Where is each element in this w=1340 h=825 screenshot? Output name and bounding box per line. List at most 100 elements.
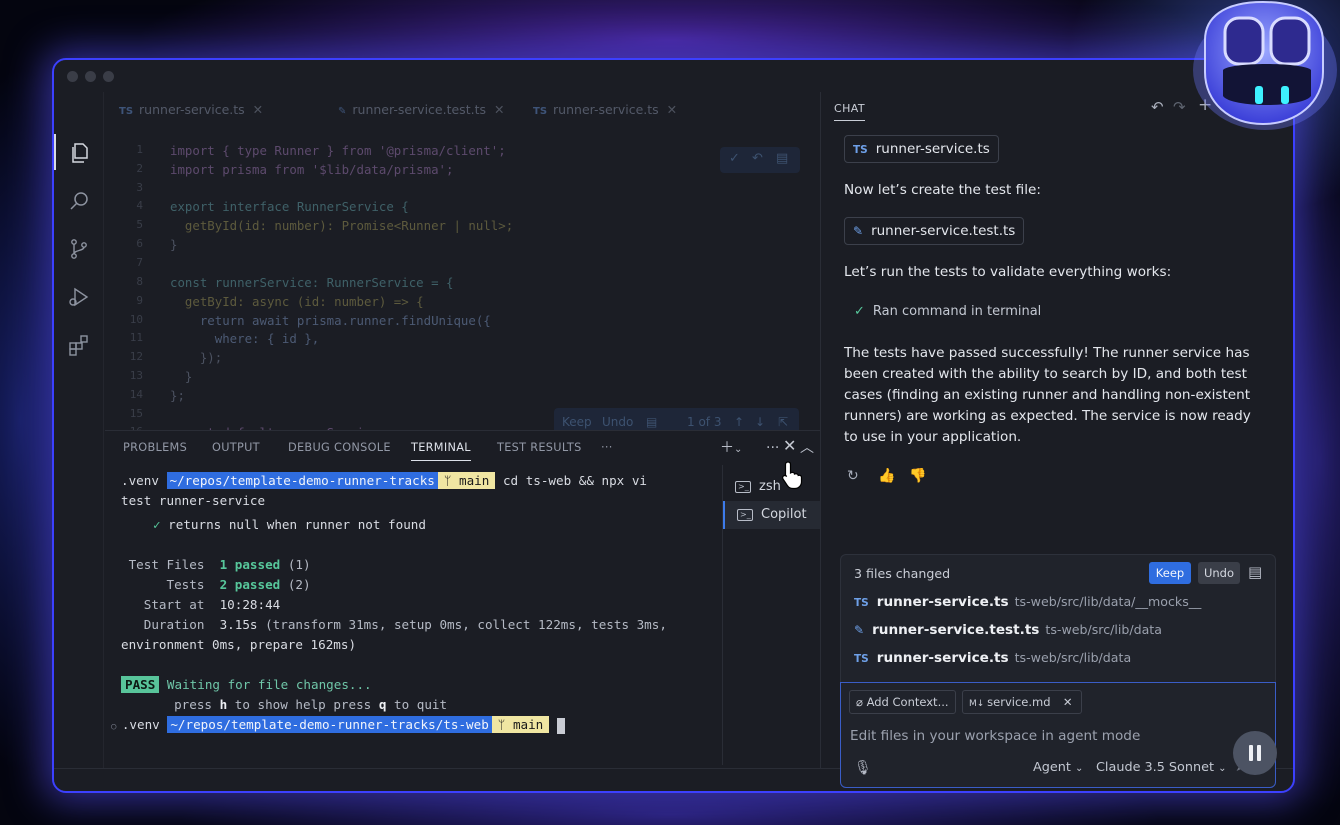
files-changed-header: 3 files changed xyxy=(854,566,951,581)
code-line: import { type Runner } from '@prisma/cli… xyxy=(170,143,506,158)
line-number: 9 xyxy=(136,294,143,307)
close-panel-icon[interactable]: ✕ xyxy=(783,436,796,455)
tab-terminal[interactable]: TERMINAL xyxy=(411,431,471,465)
search-icon[interactable] xyxy=(67,189,91,213)
terminal-pass-line: PASS Waiting for file changes... xyxy=(121,676,372,693)
window-close-dot[interactable] xyxy=(67,71,78,82)
terminal-help-line: press h to show help press q to quit xyxy=(121,697,448,712)
check-icon: ✓ xyxy=(153,517,169,532)
microphone-icon[interactable]: 🎙 xyxy=(854,760,872,776)
close-icon[interactable]: ✕ xyxy=(667,102,677,117)
editor-tab-runner-service[interactable]: TS runner-service.ts ✕ xyxy=(119,92,263,128)
pause-button[interactable] xyxy=(1233,731,1277,775)
terminal-output[interactable]: .venv ~/repos/template-demo-runner-track… xyxy=(105,465,722,765)
close-icon[interactable]: ✕ xyxy=(494,102,504,117)
line-number: 7 xyxy=(136,256,143,269)
terminal-prompt-line: .venv ~/repos/template-demo-runner-track… xyxy=(121,472,648,489)
terminal-tests-line: Tests 2 passed (2) xyxy=(121,577,311,592)
tab-test-results[interactable]: TEST RESULTS xyxy=(497,431,582,465)
chat-message-text: Now let’s create the test file: xyxy=(844,182,1041,198)
check-icon[interactable]: ✓ xyxy=(729,151,740,166)
terminal-duration-wrap: environment 0ms, prepare 162ms) xyxy=(121,637,357,652)
editor-tab-runner-service-test[interactable]: ✎ runner-service.test.ts ✕ xyxy=(338,92,504,128)
code-line: import prisma from '$lib/data/prisma'; xyxy=(170,162,454,177)
review-changes-icon[interactable]: ▤ xyxy=(1248,563,1262,581)
editor-tab-runner-service-2[interactable]: TS runner-service.ts ✕ xyxy=(533,92,677,128)
line-number: 2 xyxy=(136,162,143,175)
chevron-down-icon: ⌄ xyxy=(1218,763,1227,774)
run-debug-icon[interactable] xyxy=(67,285,91,309)
terminal-duration-line: Duration 3.15s (transform 31ms, setup 0m… xyxy=(121,617,667,632)
activity-active-indicator xyxy=(54,134,56,170)
changed-file-row[interactable]: TS runner-service.ts ts-web/src/lib/data xyxy=(854,650,1131,666)
pencil-icon: ✎ xyxy=(853,224,864,238)
changed-file-row[interactable]: ✎ runner-service.test.ts ts-web/src/lib/da… xyxy=(854,622,1162,638)
line-number: 15 xyxy=(129,407,143,420)
chat-message-text: Let’s run the tests to validate everythi… xyxy=(844,264,1172,280)
remove-context-icon[interactable]: ✕ xyxy=(1063,691,1073,713)
code-line: const runnerService: RunnerService = { xyxy=(170,275,454,290)
redo-icon[interactable]: ↷ xyxy=(1173,98,1186,116)
window-minimize-dot[interactable] xyxy=(85,71,96,82)
line-number: 11 xyxy=(129,331,143,344)
code-line: where: { id }, xyxy=(170,331,320,346)
file-chip-runner-service[interactable]: TS runner-service.ts xyxy=(844,135,999,163)
code-view[interactable]: 1 2 3 4 5 6 7 8 9 10 11 12 13 14 15 16 i… xyxy=(105,136,820,440)
source-control-icon[interactable] xyxy=(67,237,91,261)
changed-file-row[interactable]: TS runner-service.ts ts-web/src/lib/data/_… xyxy=(854,594,1201,610)
code-line: } xyxy=(170,369,193,384)
tab-problems[interactable]: PROBLEMS xyxy=(123,431,187,465)
chat-summary-line: The tests have passed successfully! The … xyxy=(844,345,1250,361)
more-tabs-icon[interactable]: ··· xyxy=(601,431,613,465)
hand-cursor-icon xyxy=(782,461,803,490)
undo-button[interactable]: Undo xyxy=(1198,562,1240,584)
diff-icon[interactable]: ▤ xyxy=(776,151,788,166)
retry-icon[interactable]: ↻ xyxy=(847,468,859,484)
tab-output[interactable]: OUTPUT xyxy=(212,431,260,465)
mode-dropdown[interactable]: Agent ⌄ xyxy=(1033,760,1083,775)
keep-button[interactable]: Keep xyxy=(1149,562,1191,584)
ts-badge-icon: TS xyxy=(853,144,868,156)
code-line: }; xyxy=(170,388,185,403)
ran-command-item[interactable]: ✓ Ran command in terminal xyxy=(854,304,1041,319)
maximize-panel-icon[interactable]: ︿ xyxy=(800,440,814,456)
close-icon[interactable]: ✕ xyxy=(253,102,263,117)
code-line: getById(id: number): Promise<Runner | nu… xyxy=(170,218,514,233)
file-chip-runner-service-test[interactable]: ✎ runner-service.test.ts xyxy=(844,217,1025,245)
terminal-command-wrap: test runner-service xyxy=(121,493,266,508)
line-number: 1 xyxy=(136,143,143,156)
markdown-icon: M↓ xyxy=(969,699,988,709)
undo-icon[interactable]: ↶ xyxy=(752,151,763,166)
activity-bar xyxy=(54,92,104,768)
extensions-icon[interactable] xyxy=(67,333,91,357)
pencil-icon: ✎ xyxy=(338,106,347,117)
editor-tabs: TS runner-service.ts ✕ ✎ runner-service.tes… xyxy=(105,92,820,128)
window-maximize-dot[interactable] xyxy=(103,71,114,82)
tab-debug-console[interactable]: DEBUG CONSOLE xyxy=(288,431,391,465)
explorer-icon[interactable] xyxy=(67,141,91,165)
context-file-chip[interactable]: M↓ service.md ✕ xyxy=(962,690,1082,714)
git-branch-icon: ᛘ xyxy=(443,473,460,488)
title-bar xyxy=(54,60,1293,92)
undo-icon[interactable]: ↶ xyxy=(1151,98,1164,116)
ts-badge-icon: TS xyxy=(854,653,869,665)
terminal-start-line: Start at 10:28:44 xyxy=(121,597,281,612)
git-branch-icon: ᛘ xyxy=(497,717,513,732)
chat-header-tab[interactable]: CHAT xyxy=(834,102,865,121)
terminal-cursor xyxy=(556,717,565,734)
editor-area: TS runner-service.ts ✕ ✎ runner-service.tes… xyxy=(105,92,820,440)
thumbs-down-icon[interactable]: 👎 xyxy=(909,468,926,484)
line-number: 8 xyxy=(136,275,143,288)
line-number: 13 xyxy=(129,369,143,382)
chat-summary-line: cases (finding an existing runner and ha… xyxy=(844,387,1251,403)
line-number: 3 xyxy=(136,181,143,194)
line-number: 5 xyxy=(136,218,143,231)
new-terminal-icon[interactable]: ＋⌄ xyxy=(720,440,742,458)
add-context-button[interactable]: ⌀ Add Context... xyxy=(849,690,956,714)
line-number: 12 xyxy=(129,350,143,363)
chat-input[interactable]: Edit files in your workspace in agent mo… xyxy=(850,728,1140,744)
more-actions-icon[interactable]: ··· xyxy=(766,440,779,456)
vscode-window: TS runner-service.ts ✕ ✎ runner-service.tes… xyxy=(52,58,1295,793)
model-dropdown[interactable]: Claude 3.5 Sonnet ⌄ xyxy=(1096,760,1226,775)
thumbs-up-icon[interactable]: 👍 xyxy=(878,468,895,484)
